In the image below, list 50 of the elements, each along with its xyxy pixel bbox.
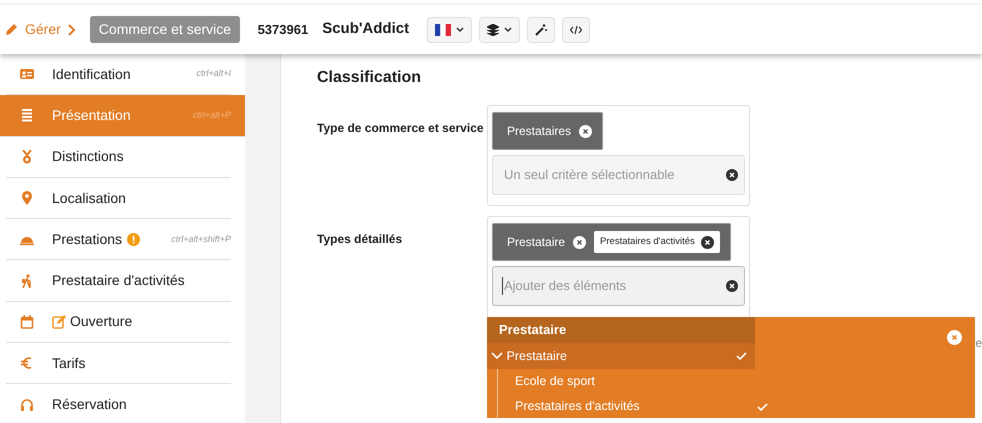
layers-icon <box>486 24 499 36</box>
sidebar-item[interactable]: Tarifs <box>6 343 231 384</box>
remove-icon[interactable] <box>700 236 714 248</box>
magic-wand-icon <box>534 24 547 36</box>
remove-icon[interactable] <box>573 236 586 248</box>
hiker-icon <box>20 274 34 288</box>
euro-icon <box>20 356 34 370</box>
tag-chip[interactable]: Prestataires d'activités <box>594 230 720 254</box>
remove-icon[interactable] <box>726 280 738 292</box>
field-label: Types détaillés <box>317 231 404 248</box>
tag-chip[interactable]: Prestataire Prestataires d'activités <box>492 223 731 261</box>
sidebar-item[interactable]: Prestations ctrl+alt+shift+P <box>6 219 231 260</box>
layers-dropdown[interactable] <box>478 16 520 42</box>
language-dropdown[interactable] <box>426 16 472 42</box>
code-button[interactable] <box>562 16 590 42</box>
dropdown-option[interactable]: Prestataire <box>487 343 755 369</box>
calendar-icon <box>20 314 34 329</box>
field-label: Type de commerce et service <box>317 120 485 137</box>
partial-text: e <box>976 335 982 352</box>
flag-icon <box>434 24 451 36</box>
list-icon <box>20 108 34 122</box>
headset-icon <box>20 398 34 412</box>
code-icon <box>570 24 582 34</box>
caret-icon <box>456 26 464 32</box>
sidebar-item[interactable]: Prestataire d'activités <box>6 260 231 302</box>
tag-chip[interactable]: Prestataires <box>492 112 604 150</box>
remove-icon[interactable] <box>726 169 738 181</box>
id-card-icon <box>20 67 34 82</box>
sidebar-item[interactable]: Réservation <box>6 384 231 423</box>
chevron-right-icon <box>68 24 76 36</box>
section-title: Classification <box>317 68 422 88</box>
record-id: 5373961 <box>258 20 308 39</box>
chevron-down-icon <box>491 352 503 360</box>
sidebar-item[interactable]: Localisation <box>6 178 231 220</box>
medal-icon <box>20 150 34 164</box>
shortcut-hint: ctrl+alt+P <box>192 108 231 122</box>
caret-icon <box>504 26 512 32</box>
remove-icon[interactable] <box>579 124 592 138</box>
sidebar-item[interactable]: Distinctions <box>6 136 231 178</box>
shortcut-hint: ctrl+alt+shift+P <box>171 232 231 246</box>
map-pin-icon <box>20 191 34 206</box>
magic-wand-button[interactable] <box>526 16 555 42</box>
dropdown-header: Prestataire <box>487 317 755 343</box>
sidebar-item[interactable]: Ouverture <box>6 302 231 344</box>
shortcut-hint: ctrl+alt+I <box>196 67 231 80</box>
check-icon <box>757 402 768 410</box>
pencil-icon <box>4 22 18 36</box>
check-icon <box>736 352 747 360</box>
type-badge: Commerce et service <box>90 16 240 43</box>
record-name: Scub'Addict <box>322 19 410 40</box>
